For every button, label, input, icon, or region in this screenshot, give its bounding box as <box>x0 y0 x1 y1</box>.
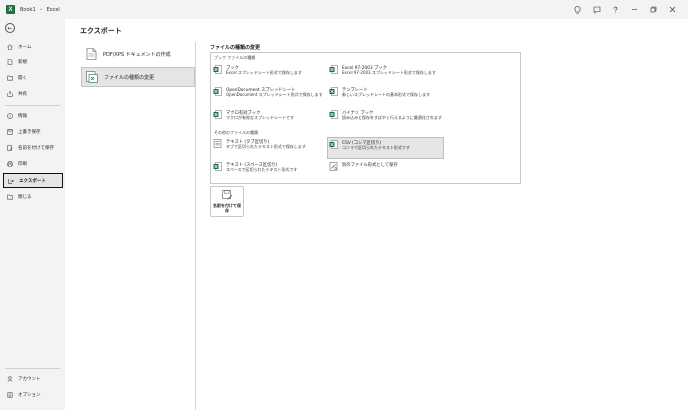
share-icon <box>7 91 13 97</box>
file-type-desc: マクロが有効なスプレッドシートです <box>226 115 294 120</box>
excel-template-icon <box>329 87 338 96</box>
nav-item-save[interactable]: 上書き保存 <box>3 125 63 139</box>
nav-item-label: 開く <box>18 76 27 81</box>
backstage-nav: ← ホーム 新規 開く 共有 情報 上書き保存 名前を付けて保存 印刷 エクスポ… <box>0 19 65 410</box>
other-group-label: その他のファイルの種類 <box>214 130 258 135</box>
section-title: ファイルの種類の変更 <box>210 45 261 51</box>
title-bar: X Book1 • Excel <box>0 0 688 19</box>
create-pdf-xps-option[interactable]: PDF/XPS ドキュメントの作成 <box>81 44 195 64</box>
nav-item-print[interactable]: 印刷 <box>3 157 63 171</box>
macro-workbook-icon <box>213 110 222 119</box>
text-file-icon <box>213 139 222 148</box>
pdf-document-icon <box>85 48 97 60</box>
feedback-icon[interactable] <box>587 0 606 19</box>
file-type-desc: スペースで区切られたテキスト形式です <box>226 167 298 172</box>
nav-item-label: 情報 <box>18 114 27 119</box>
file-type-desc: Excel 97-2003 スプレッドシート形式で保存します <box>342 70 436 75</box>
title-separator: • <box>39 6 43 13</box>
nav-item-save-as[interactable]: 名前を付けて保存 <box>3 141 63 155</box>
nav-item-label: エクスポート <box>19 178 46 184</box>
nav-item-label: ホーム <box>18 45 32 50</box>
nav-item-label: 印刷 <box>18 162 27 167</box>
export-pane: エクスポート PDF/XPS ドキュメントの作成 ファイルの種類の変更 ファイル… <box>65 19 688 410</box>
account-icon <box>7 376 13 382</box>
workbook-name: Book1 <box>20 6 36 13</box>
nav-item-label: 名前を付けて保存 <box>18 146 54 151</box>
excel-97-2003-icon <box>329 65 338 74</box>
close-window-icon[interactable] <box>663 0 682 19</box>
file-type-csv[interactable]: CSV (コンマ区切り) コンマで区切られたテキスト形式です <box>327 137 444 159</box>
excel-workbook-icon <box>213 65 222 74</box>
save-as-icon <box>221 190 232 200</box>
nav-item-export[interactable]: エクスポート <box>3 173 63 188</box>
vertical-divider <box>195 42 196 410</box>
back-arrow-icon[interactable]: ← <box>5 23 15 33</box>
nav-item-label: アカウント <box>18 377 41 382</box>
nav-item-new[interactable]: 新規 <box>3 55 63 69</box>
nav-item-open[interactable]: 開く <box>3 71 63 85</box>
restore-icon[interactable] <box>644 0 663 19</box>
change-file-type-option[interactable]: ファイルの種類の変更 <box>81 67 195 87</box>
close-folder-icon <box>7 194 13 200</box>
options-icon <box>7 392 13 398</box>
nav-item-home[interactable]: ホーム <box>3 40 63 54</box>
nav-item-label: 共有 <box>18 92 27 97</box>
file-type-text-tab[interactable]: テキスト (タブ区切り) タブで区切られたテキスト形式で保存します <box>212 137 328 157</box>
file-type-macro-enabled[interactable]: マクロ有効ブック マクロが有効なスプレッドシートです <box>212 108 328 128</box>
nav-item-label: 上書き保存 <box>18 130 41 135</box>
nav-divider <box>5 105 60 106</box>
file-type-desc: Excel スプレッドシート形式で保存します <box>226 70 302 75</box>
lightbulb-icon[interactable] <box>568 0 587 19</box>
nav-item-label: 閉じる <box>18 195 32 200</box>
save-as-icon <box>7 145 13 151</box>
app-name: Excel <box>46 6 60 13</box>
home-icon <box>7 44 13 50</box>
csv-file-icon <box>329 140 338 149</box>
file-type-text-space[interactable]: テキスト (スペース区切り) スペースで区切られたテキスト形式です <box>212 160 328 180</box>
file-type-opendocument[interactable]: OpenDocument スプレッドシート OpenDocument スプレッド… <box>212 85 328 105</box>
nav-item-label: オプション <box>18 393 41 398</box>
minimize-icon[interactable] <box>625 0 644 19</box>
change-file-type-icon <box>86 71 98 83</box>
info-icon <box>7 113 13 119</box>
title-bar-controls <box>568 0 688 19</box>
other-format-icon <box>329 162 338 171</box>
binary-workbook-icon <box>329 110 338 119</box>
nav-item-close[interactable]: 閉じる <box>3 190 63 204</box>
file-type-template[interactable]: テンプレート 新しいスプレッドシートの基本形式で保存します <box>328 85 444 105</box>
nav-item-options[interactable]: オプション <box>3 388 63 402</box>
save-as-button[interactable]: 名前を付けて保存 <box>210 186 244 217</box>
file-type-other-format[interactable]: 別のファイル形式として保存 <box>328 160 444 180</box>
file-types-panel: ブック ファイルの種類 ブック Excel スプレッドシート形式で保存します E… <box>210 52 521 184</box>
file-type-desc: 新しいスプレッドシートの基本形式で保存します <box>342 92 430 97</box>
folder-open-icon <box>7 75 13 81</box>
opendocument-icon <box>213 87 222 96</box>
help-icon[interactable] <box>606 0 625 19</box>
file-type-desc: 読み込みと保存をすばやく行えるように最適化されます <box>342 115 442 120</box>
page-title: エクスポート <box>80 27 122 35</box>
option-label: ファイルの種類の変更 <box>104 74 155 81</box>
file-type-workbook[interactable]: ブック Excel スプレッドシート形式で保存します <box>212 63 328 83</box>
save-as-label: 名前を付けて保存 <box>213 203 241 213</box>
nav-item-info[interactable]: 情報 <box>3 109 63 123</box>
file-type-desc: タブで区切られたテキスト形式で保存します <box>226 144 306 149</box>
excel-logo-icon: X <box>6 5 15 14</box>
text-space-icon <box>213 162 222 171</box>
file-type-excel-97-2003[interactable]: Excel 97-2003 ブック Excel 97-2003 スプレッドシート… <box>328 63 444 83</box>
new-file-icon <box>7 59 13 65</box>
workbook-group-label: ブック ファイルの種類 <box>214 55 256 60</box>
print-icon <box>7 161 13 167</box>
nav-divider <box>5 368 60 369</box>
file-type-title: 別のファイル形式として保存 <box>342 163 398 168</box>
nav-item-label: 新規 <box>18 60 27 65</box>
nav-item-share[interactable]: 共有 <box>3 87 63 101</box>
save-icon <box>7 129 13 135</box>
nav-item-account[interactable]: アカウント <box>3 372 63 386</box>
export-icon <box>8 178 14 184</box>
file-type-desc: OpenDocument スプレッドシート形式で保存します <box>226 92 323 97</box>
file-type-desc: コンマで区切られたテキスト形式です <box>342 145 410 150</box>
option-label: PDF/XPS ドキュメントの作成 <box>103 51 171 58</box>
file-type-binary[interactable]: バイナリ ブック 読み込みと保存をすばやく行えるように最適化されます <box>328 108 444 128</box>
